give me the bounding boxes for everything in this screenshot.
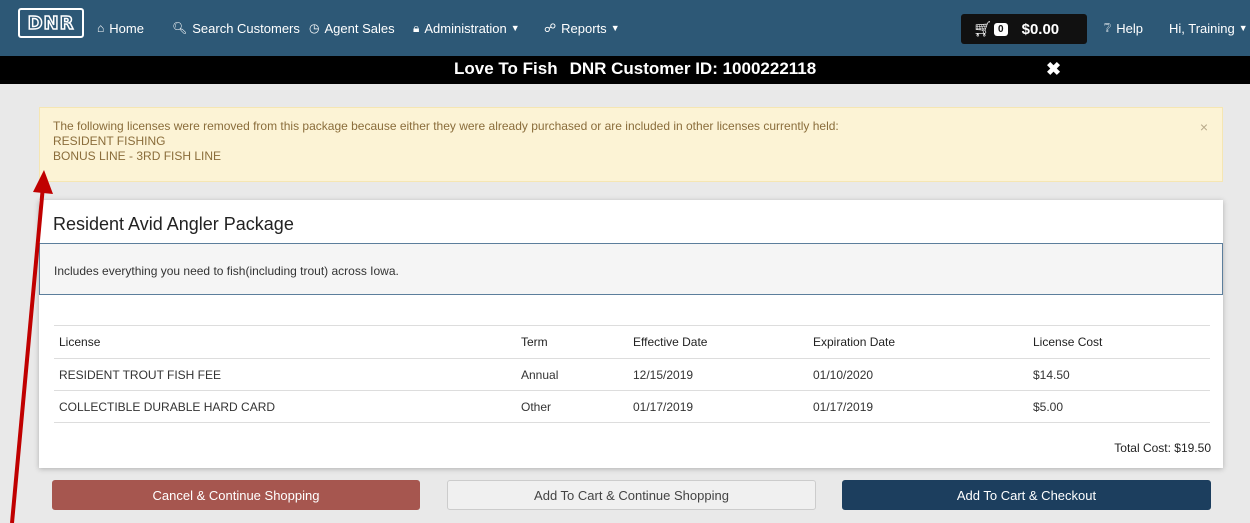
package-title: Resident Avid Angler Package: [53, 214, 294, 234]
nav-search-customers[interactable]: 🔍︎ Search Customers: [172, 0, 300, 56]
chevron-down-icon: ▼: [610, 23, 620, 33]
reports-icon: ☍: [544, 21, 557, 35]
clock-icon: ◷: [309, 21, 320, 35]
cart-button[interactable]: 🛒︎ 0 $0.00: [961, 14, 1087, 44]
package-card: Resident Avid Angler Package Includes ev…: [39, 200, 1223, 468]
table-header-row: License Term Effective Date Expiration D…: [54, 325, 1210, 359]
dnr-logo[interactable]: DNR: [18, 8, 84, 38]
column-header: Expiration Date: [813, 325, 1033, 359]
package-description: Includes everything you need to fish(inc…: [39, 243, 1223, 295]
nav-agent-sales[interactable]: ◷ Agent Sales: [309, 0, 395, 56]
customer-id: DNR Customer ID: 1000222118: [569, 59, 817, 78]
customer-heading: Love To Fish DNR Customer ID: 1000222118: [454, 59, 816, 79]
expiration-date: 01/10/2020: [813, 358, 1033, 391]
nav-agent-sales-label: Agent Sales: [324, 20, 395, 36]
add-to-cart-continue-button[interactable]: Add To Cart & Continue Shopping: [447, 480, 816, 510]
column-header: License: [54, 325, 521, 359]
customer-name: Love To Fish: [454, 59, 558, 78]
column-header: Effective Date: [633, 325, 813, 359]
close-icon[interactable]: ×: [1200, 120, 1208, 135]
nav-administration-label: Administration: [424, 20, 507, 36]
license-term: Other: [521, 390, 633, 423]
nav-search-customers-label: Search Customers: [192, 20, 300, 36]
cart-total: $0.00: [1021, 20, 1060, 38]
effective-date: 12/15/2019: [633, 358, 813, 391]
alert-item: BONUS LINE - 3RD FISH LINE: [53, 149, 222, 163]
cancel-continue-shopping-button[interactable]: Cancel & Continue Shopping: [52, 480, 420, 510]
nav-administration[interactable]: 🔒︎ Administration ▼: [413, 0, 520, 56]
license-table: License Term Effective Date Expiration D…: [54, 325, 1210, 423]
question-circle-icon: ❔︎: [1104, 20, 1112, 35]
license-cost: $5.00: [1033, 390, 1210, 423]
nav-help[interactable]: ❔︎ Help: [1104, 0, 1143, 56]
column-header: License Cost: [1033, 325, 1210, 359]
license-cost: $14.50: [1033, 358, 1210, 391]
nav-user-label: Hi, Training: [1169, 20, 1235, 36]
nav-home-label: Home: [109, 20, 144, 36]
nav-reports-label: Reports: [561, 20, 607, 36]
top-navbar: DNR ⌂ Home 🔍︎ Search Customers ◷ Agent S…: [0, 0, 1250, 56]
alert-item: RESIDENT FISHING: [53, 134, 166, 148]
license-name: COLLECTIBLE DURABLE HARD CARD: [54, 390, 521, 423]
license-removed-alert: The following licenses were removed from…: [39, 107, 1223, 182]
add-to-cart-checkout-button[interactable]: Add To Cart & Checkout: [842, 480, 1211, 510]
license-name: RESIDENT TROUT FISH FEE: [54, 358, 521, 391]
alert-message: The following licenses were removed from…: [53, 119, 839, 133]
nav-home[interactable]: ⌂ Home: [97, 0, 144, 56]
total-cost: Total Cost: $19.50: [1114, 441, 1211, 455]
nav-reports[interactable]: ☍ Reports ▼: [544, 0, 620, 56]
nav-user-menu[interactable]: Hi, Training ▼: [1169, 0, 1248, 56]
close-icon[interactable]: ✖: [1046, 59, 1061, 80]
nav-help-label: Help: [1116, 20, 1143, 36]
table-row: COLLECTIBLE DURABLE HARD CARD Other 01/1…: [54, 390, 1210, 423]
expiration-date: 01/17/2019: [813, 390, 1033, 423]
customer-title-bar: Love To Fish DNR Customer ID: 1000222118 …: [0, 56, 1250, 84]
cart-count-badge: 0: [994, 22, 1008, 36]
home-icon: ⌂: [97, 21, 105, 35]
search-icon: 🔍︎: [172, 21, 188, 35]
column-header: Term: [521, 325, 633, 359]
chevron-down-icon: ▼: [1238, 23, 1248, 33]
shopping-cart-icon: 🛒︎: [973, 21, 993, 38]
effective-date: 01/17/2019: [633, 390, 813, 423]
license-term: Annual: [521, 358, 633, 391]
table-row: RESIDENT TROUT FISH FEE Annual 12/15/201…: [54, 358, 1210, 391]
lock-icon: 🔒︎: [413, 20, 420, 35]
chevron-down-icon: ▼: [510, 23, 520, 33]
